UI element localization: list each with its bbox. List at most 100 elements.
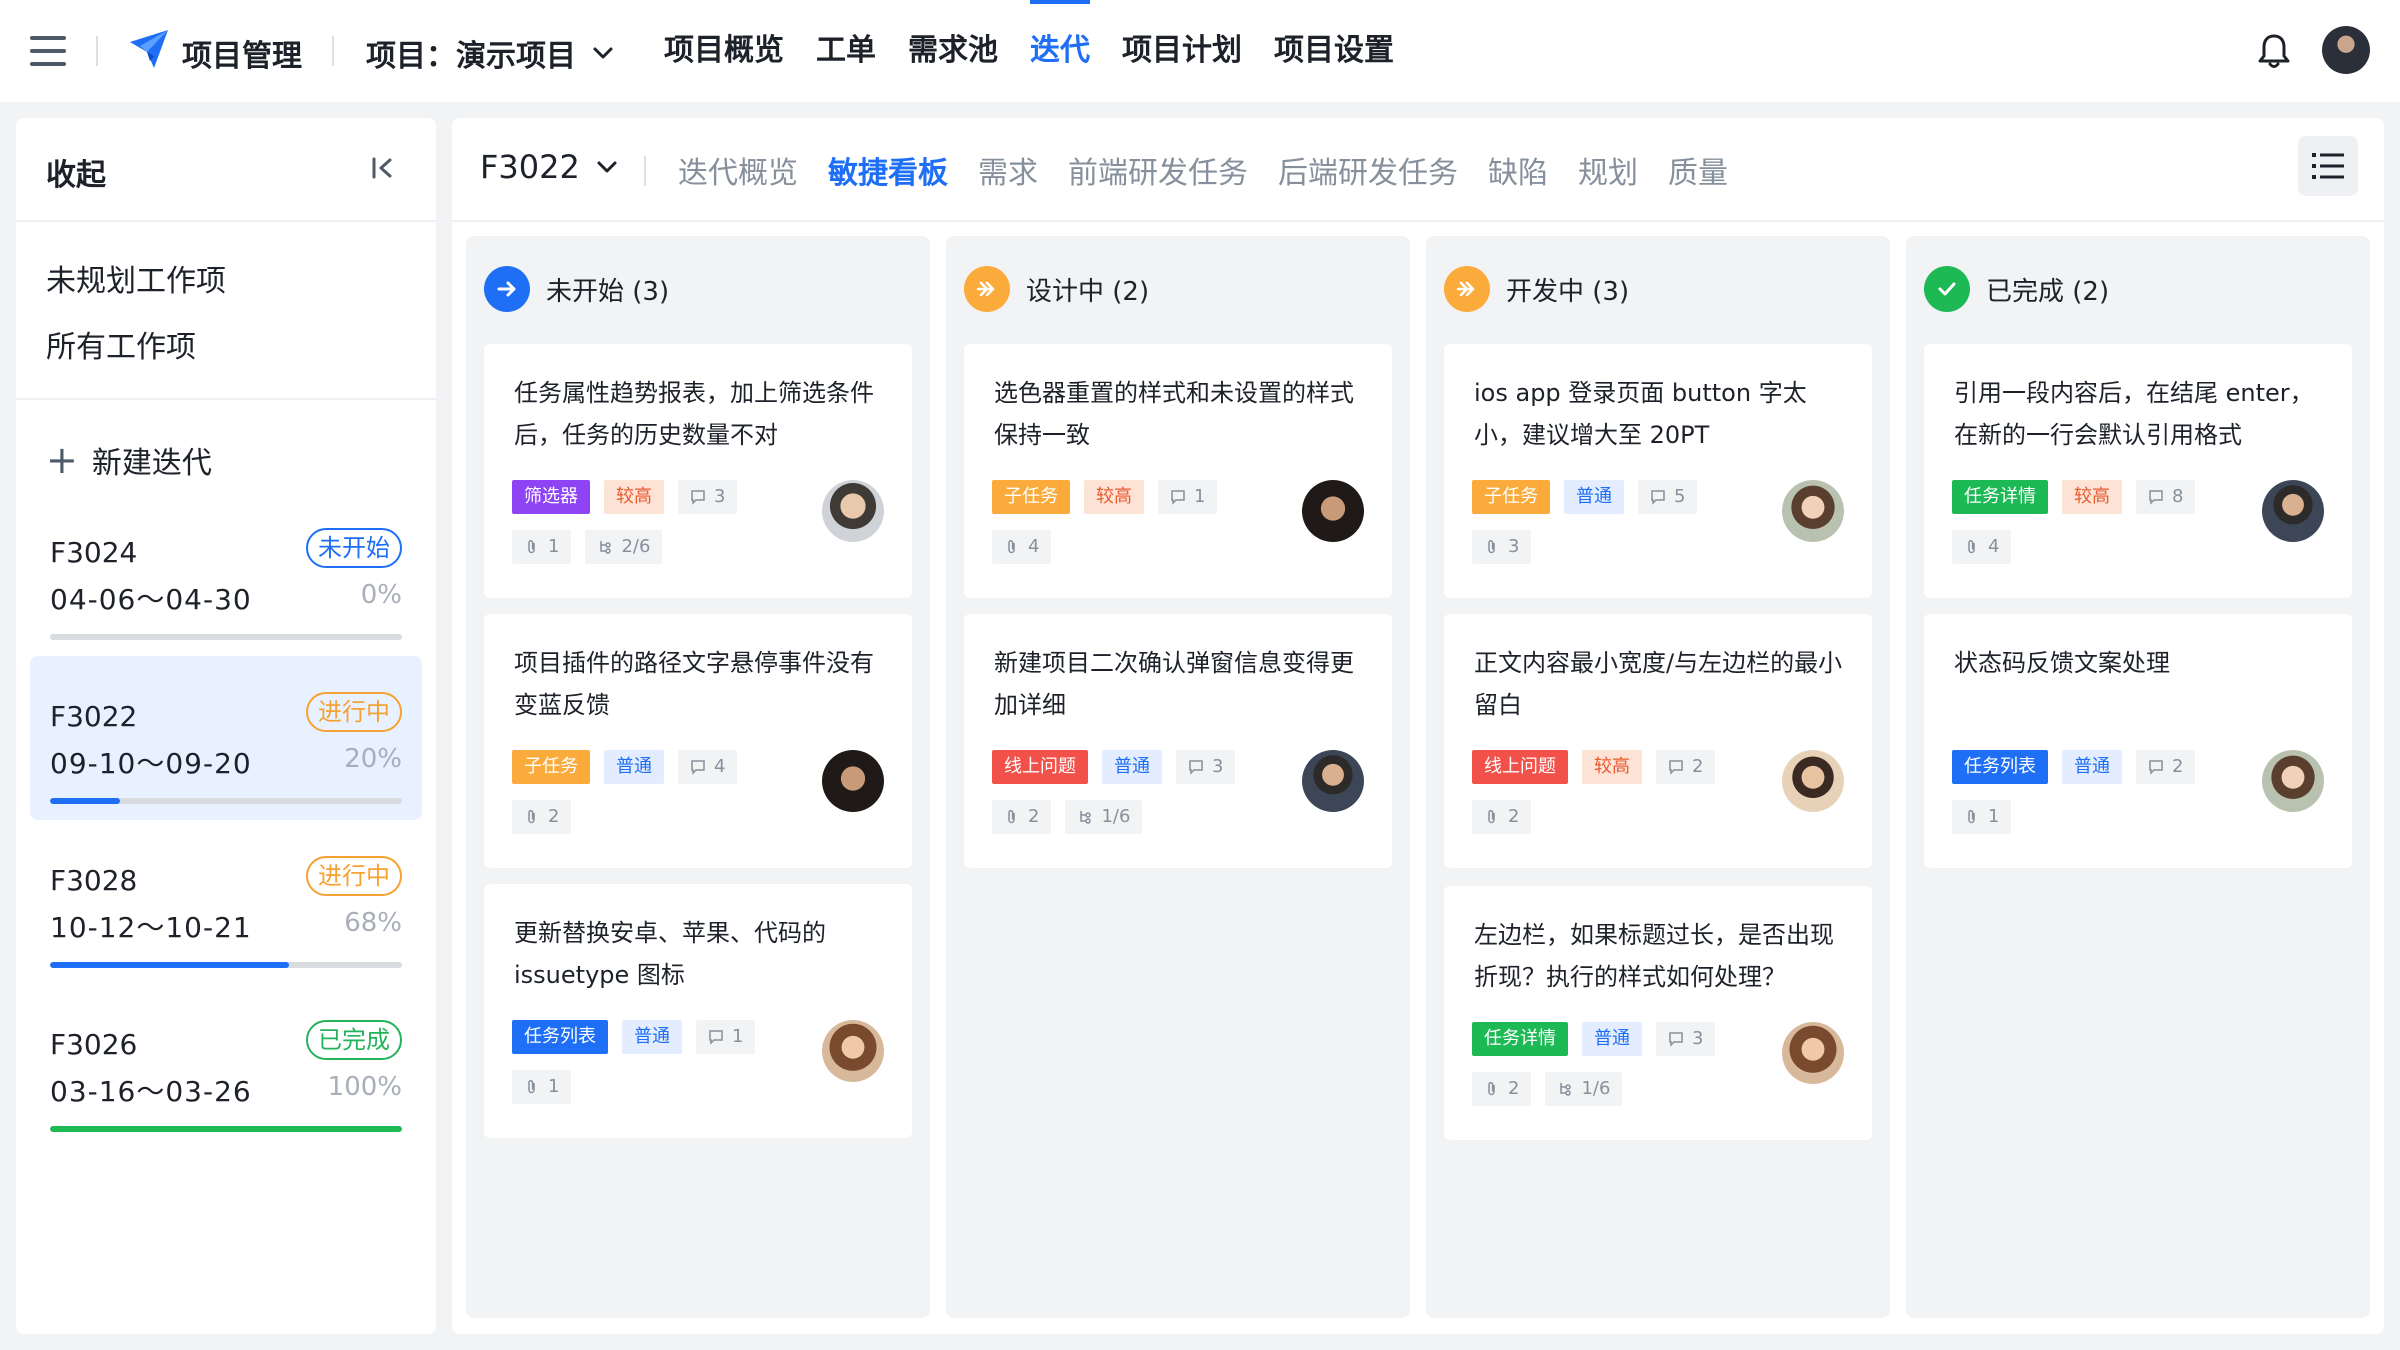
comment-count: 5	[1638, 480, 1698, 514]
assignee-avatar[interactable]	[2262, 480, 2324, 542]
collapse-left-icon[interactable]	[368, 154, 396, 182]
task-card[interactable]: 任务属性趋势报表，加上筛选条件后，任务的历史数量不对 筛选器 较高 3 1 2/…	[484, 344, 912, 598]
iteration-item[interactable]: F3028 进行中 10-12～10-21 68%	[30, 820, 422, 984]
paperclip-icon	[1008, 809, 1015, 824]
meta-row: 4	[1952, 530, 2012, 564]
iteration-range: 09-10～09-20	[50, 747, 252, 780]
priority-tag: 较高	[604, 480, 664, 514]
comment-count: 1	[696, 1020, 756, 1054]
assignee-avatar[interactable]	[1782, 1022, 1844, 1084]
attachment-count-value: 2	[548, 806, 560, 827]
card-title: 选色器重置的样式和未设置的样式保持一致	[994, 379, 1354, 449]
iteration-percent: 20%	[344, 744, 402, 774]
assignee-avatar[interactable]	[822, 750, 884, 812]
assignee-avatar[interactable]	[822, 1020, 884, 1082]
assignee-avatar[interactable]	[2262, 750, 2324, 812]
column-title: 设计中 (2)	[1026, 276, 1150, 307]
task-card[interactable]: 选色器重置的样式和未设置的样式保持一致 子任务 较高 1 4	[964, 344, 1392, 598]
priority-tag: 普通	[1564, 480, 1624, 514]
meta-row: 4	[992, 530, 1052, 564]
task-card[interactable]: 更新替换安卓、苹果、代码的 issuetype 图标 任务列表 普通 1 1	[484, 884, 912, 1138]
assignee-avatar[interactable]	[1782, 480, 1844, 542]
tab-kanban[interactable]: 敏捷看板	[828, 148, 948, 192]
iteration-item[interactable]: F3022 进行中 09-10～09-20 20%	[30, 656, 422, 820]
project-select[interactable]: 项目：演示项目	[366, 31, 616, 75]
subtask-count-value: 2/6	[621, 536, 651, 557]
assignee-avatar[interactable]	[1302, 480, 1364, 542]
tab-planning[interactable]: 规划	[1578, 148, 1638, 192]
task-card[interactable]: ios app 登录页面 button 字太小，建议增大至 20PT 子任务 普…	[1444, 344, 1872, 598]
collapse-row: 收起	[16, 118, 436, 222]
nav-item-tickets[interactable]: 工单	[816, 0, 876, 102]
comment-count: 3	[1176, 750, 1236, 784]
attachment-count: 2	[992, 800, 1052, 834]
iteration-range: 04-06～04-30	[50, 583, 252, 616]
type-tag: 子任务	[992, 480, 1070, 514]
paperclip-icon	[1488, 539, 1495, 554]
priority-tag: 普通	[1582, 1022, 1642, 1056]
project-select-label: 项目：演示项目	[366, 39, 576, 74]
task-card[interactable]: 引用一段内容后，在结尾 enter，在新的一行会默认引用格式 任务详情 较高 8…	[1924, 344, 2352, 598]
tab-frontend-tasks[interactable]: 前端研发任务	[1068, 148, 1248, 192]
attachment-count-value: 4	[1988, 536, 2000, 557]
nav-item-iteration[interactable]: 迭代	[1030, 0, 1090, 102]
attachment-count: 4	[1952, 530, 2012, 564]
type-tag: 线上问题	[992, 750, 1088, 784]
chevron-down-icon	[593, 47, 613, 59]
iteration-name: F3022	[50, 700, 138, 733]
type-tag: 筛选器	[512, 480, 590, 514]
progress-fill	[50, 1126, 402, 1132]
comment-count: 1	[1158, 480, 1218, 514]
collapse-label[interactable]: 收起	[46, 150, 106, 194]
iteration-item[interactable]: F3026 已完成 03-16～03-26 100%	[30, 984, 422, 1148]
task-card[interactable]: 新建项目二次确认弹窗信息变得更加详细 线上问题 普通 3 2 1/6	[964, 614, 1392, 868]
comment-count-value: 3	[714, 486, 726, 507]
sidebar-item-unplanned[interactable]: 未规划工作项	[46, 256, 226, 322]
board-column: 未开始 (3) 任务属性趋势报表，加上筛选条件后，任务的历史数量不对 筛选器 较…	[466, 236, 930, 1318]
menu-icon[interactable]	[30, 36, 66, 66]
priority-tag: 较高	[1084, 480, 1144, 514]
attachment-count-value: 4	[1028, 536, 1040, 557]
card-title: 正文内容最小宽度/与左边栏的最小留白	[1474, 649, 1843, 719]
comment-count-value: 4	[714, 756, 726, 777]
divider	[16, 398, 436, 400]
comment-count-value: 3	[1692, 1028, 1704, 1049]
nav-item-settings[interactable]: 项目设置	[1274, 0, 1394, 102]
new-iteration-button[interactable]: + 新建迭代	[46, 438, 212, 482]
comment-icon	[1189, 760, 1203, 775]
tab-backend-tasks[interactable]: 后端研发任务	[1278, 148, 1458, 192]
assignee-avatar[interactable]	[1782, 750, 1844, 812]
nav-item-plan[interactable]: 项目计划	[1122, 0, 1242, 102]
status-badge: 进行中	[306, 856, 402, 896]
paperclip-icon	[1968, 809, 1975, 824]
column-header: 设计中 (2)	[964, 266, 1149, 312]
priority-tag: 普通	[622, 1020, 682, 1054]
iteration-item[interactable]: F3024 未开始 04-06～04-30 0%	[30, 492, 422, 656]
top-nav: 项目概览 工单 需求池 迭代 项目计划 项目设置	[664, 0, 1394, 102]
plus-icon: +	[46, 438, 78, 482]
task-card[interactable]: 正文内容最小宽度/与左边栏的最小留白 线上问题 较高 2 2	[1444, 614, 1872, 868]
assignee-avatar[interactable]	[1302, 750, 1364, 812]
bell-icon[interactable]	[2256, 32, 2292, 70]
list-view-button[interactable]	[2298, 136, 2358, 196]
tab-requirements[interactable]: 需求	[978, 148, 1038, 192]
meta-row: 1 2/6	[512, 530, 663, 564]
iteration-select[interactable]: F3022	[480, 148, 620, 186]
user-avatar[interactable]	[2322, 26, 2370, 74]
nav-item-overview[interactable]: 项目概览	[664, 0, 784, 102]
nav-item-backlog[interactable]: 需求池	[908, 0, 998, 102]
tab-overview[interactable]: 迭代概览	[678, 148, 798, 192]
task-card[interactable]: 状态码反馈文案处理 任务列表 普通 2 1	[1924, 614, 2352, 868]
task-card[interactable]: 项目插件的路径文字悬停事件没有变蓝反馈 子任务 普通 4 2	[484, 614, 912, 868]
tab-quality[interactable]: 质量	[1668, 148, 1728, 192]
column-header: 开发中 (3)	[1444, 266, 1629, 312]
iteration-name: F3026	[50, 1028, 138, 1061]
paperclip-icon	[528, 809, 535, 824]
assignee-avatar[interactable]	[822, 480, 884, 542]
task-card[interactable]: 左边栏，如果标题过长，是否出现折现？执行的样式如何处理？ 任务详情 普通 3 2…	[1444, 886, 1872, 1140]
status-badge: 进行中	[306, 692, 402, 732]
sidebar-item-all-items[interactable]: 所有工作项	[46, 322, 226, 388]
attachment-count: 3	[1472, 530, 1532, 564]
tab-defects[interactable]: 缺陷	[1488, 148, 1548, 192]
comment-count-value: 2	[1692, 756, 1704, 777]
